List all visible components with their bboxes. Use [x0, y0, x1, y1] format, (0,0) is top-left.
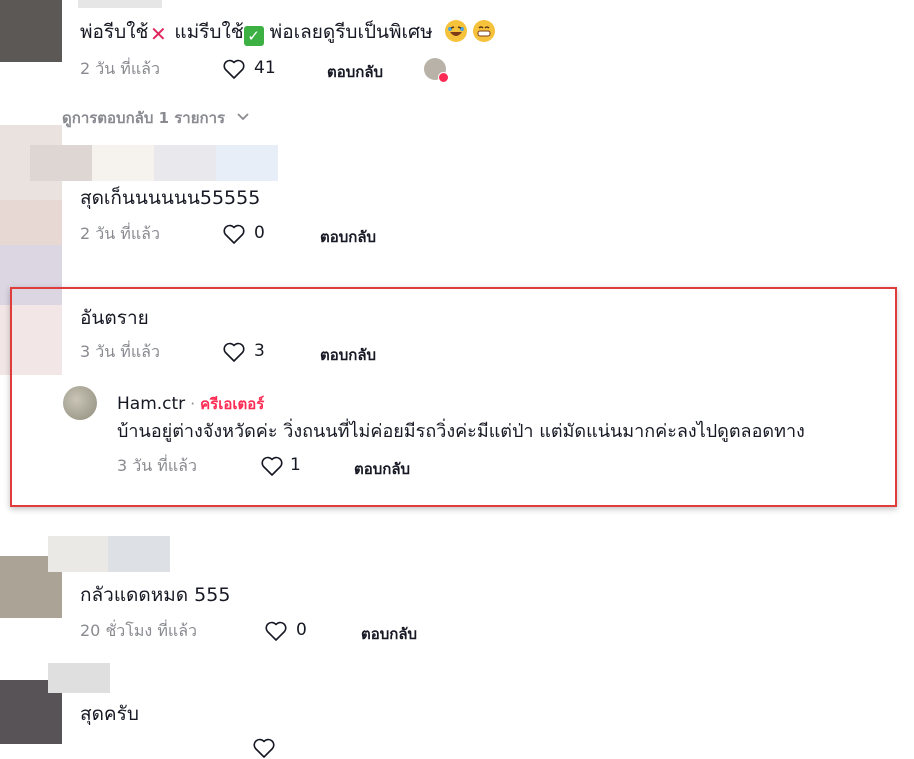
laughing-emoji-icon: [444, 20, 467, 42]
reply-text: บ้านอยู่ต่างจังหวัดค่ะ วิ่งถนนที่ไม่ค่อย…: [117, 421, 805, 442]
like-count: 0: [296, 620, 307, 640]
like-count: 1: [290, 455, 301, 475]
check-mark-icon: ✓: [243, 26, 264, 46]
like-count: 3: [254, 341, 265, 361]
comment-time: 20 ชั่วโมง ที่แล้ว: [80, 621, 197, 640]
heart-icon[interactable]: [264, 620, 288, 642]
comment-time: 3 วัน ที่แล้ว: [80, 342, 160, 361]
reply-button[interactable]: ตอบกลับ: [327, 60, 383, 84]
heart-icon[interactable]: [260, 455, 284, 477]
username-blur: [154, 145, 216, 181]
comment-text: สุดครับ: [80, 703, 139, 725]
like-count: 41: [254, 58, 276, 78]
reply-header: Ham.ctr · ครีเอเตอร์: [117, 392, 264, 416]
username-blur: [216, 145, 278, 181]
avatar: [0, 0, 62, 62]
username-blur: [30, 145, 92, 181]
reply-button[interactable]: ตอบกลับ: [354, 457, 410, 481]
view-replies-button[interactable]: ดูการตอบกลับ 1 รายการ: [62, 106, 250, 130]
grinning-emoji-icon: [472, 20, 495, 42]
username[interactable]: Ham.ctr: [117, 394, 185, 414]
reply-button[interactable]: ตอบกลับ: [361, 622, 417, 646]
username-blur: [92, 145, 154, 181]
avatar[interactable]: [63, 386, 97, 420]
comment-text: กลัวแดดหมด 555: [80, 584, 231, 606]
comment-time: 2 วัน ที่แล้ว: [80, 59, 160, 78]
like-count: 0: [254, 223, 265, 243]
separator: ·: [190, 395, 196, 413]
comment-text: อันตราย: [80, 307, 149, 329]
chevron-down-icon: [237, 113, 249, 121]
reply-button[interactable]: ตอบกลับ: [320, 225, 376, 249]
username-blur: [108, 536, 170, 572]
comment-text: พ่อรีบใช้✕ แม่รีบใช้ ✓ พ่อเลยดูรีบเป็นพิเ…: [80, 20, 495, 46]
liked-by-creator-icon: [424, 58, 449, 83]
reply-button[interactable]: ตอบกลับ: [320, 343, 376, 367]
creator-badge: ครีเอเตอร์: [200, 395, 265, 413]
username-blur: [48, 663, 110, 693]
comment-text: สุดเก็นนนนนน55555: [80, 187, 261, 209]
username-blur: [48, 536, 108, 572]
cross-mark-icon: ✕: [149, 22, 167, 46]
comment-time: 2 วัน ที่แล้ว: [80, 224, 160, 243]
heart-icon[interactable]: [222, 223, 246, 245]
reply-time: 3 วัน ที่แล้ว: [117, 456, 197, 475]
username-blur: [78, 0, 162, 8]
heart-icon[interactable]: [222, 341, 246, 363]
heart-icon[interactable]: [252, 737, 276, 759]
heart-icon[interactable]: [222, 58, 246, 80]
